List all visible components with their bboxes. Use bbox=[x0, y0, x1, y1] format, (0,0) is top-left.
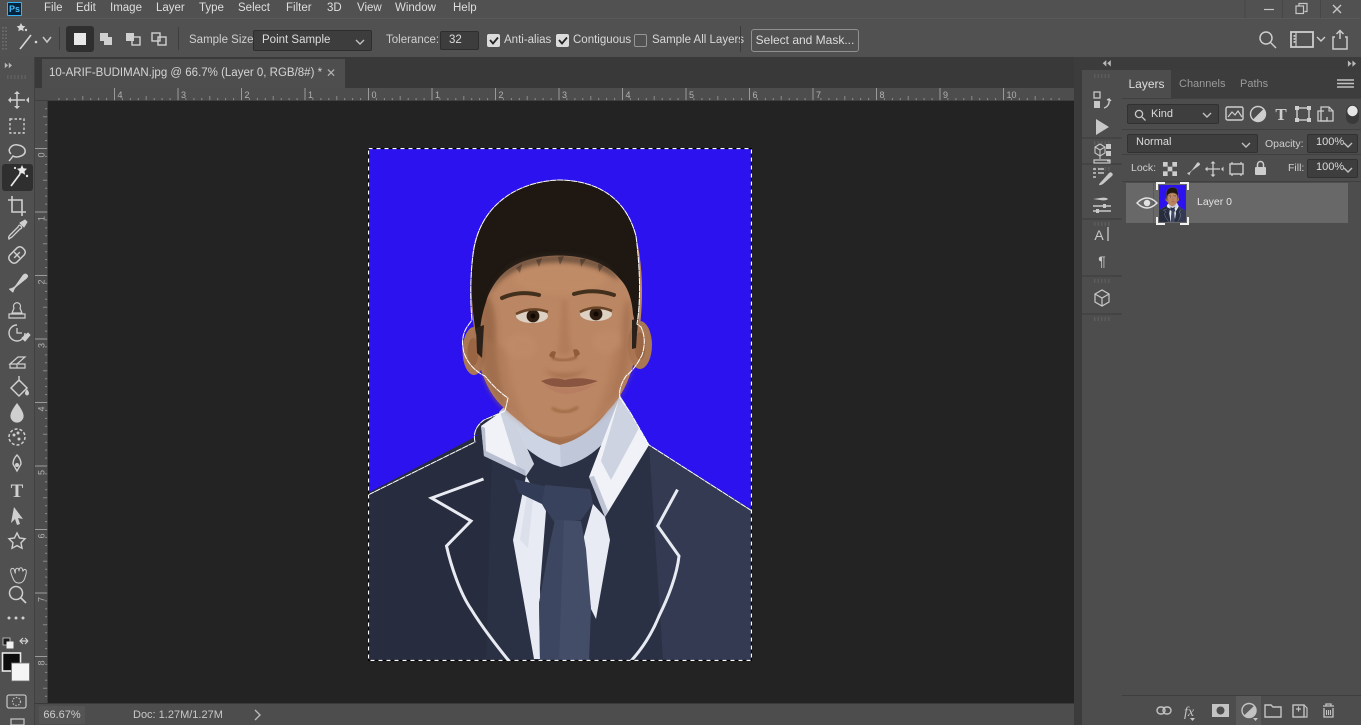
svg-text:4: 4 bbox=[626, 90, 631, 100]
svg-text:T: T bbox=[11, 481, 24, 502]
svg-text:7: 7 bbox=[816, 90, 821, 100]
svg-text:2: 2 bbox=[245, 90, 250, 100]
svg-text:4: 4 bbox=[118, 90, 123, 100]
svg-text:3: 3 bbox=[181, 90, 186, 100]
svg-text:0: 0 bbox=[372, 90, 377, 100]
svg-text:8: 8 bbox=[37, 661, 47, 666]
svg-text:3: 3 bbox=[562, 90, 567, 100]
svg-text:8: 8 bbox=[880, 90, 885, 100]
svg-text:2: 2 bbox=[499, 90, 504, 100]
svg-text:1: 1 bbox=[37, 216, 47, 221]
svg-text:1: 1 bbox=[308, 90, 313, 100]
svg-text:4: 4 bbox=[37, 407, 47, 412]
svg-text:6: 6 bbox=[37, 534, 47, 539]
svg-text:9: 9 bbox=[943, 90, 948, 100]
svg-text:T: T bbox=[1275, 105, 1287, 124]
svg-text:10: 10 bbox=[1007, 90, 1017, 100]
svg-text:5: 5 bbox=[689, 90, 694, 100]
svg-text:5: 5 bbox=[37, 470, 47, 475]
svg-text:¶: ¶ bbox=[1098, 253, 1106, 269]
svg-text:3: 3 bbox=[37, 343, 47, 348]
svg-text:7: 7 bbox=[37, 597, 47, 602]
svg-text:1: 1 bbox=[435, 90, 440, 100]
svg-text:0: 0 bbox=[37, 153, 47, 158]
svg-text:A: A bbox=[1094, 227, 1104, 243]
svg-text:fx: fx bbox=[1184, 705, 1195, 720]
svg-text:6: 6 bbox=[753, 90, 758, 100]
svg-text:2: 2 bbox=[37, 280, 47, 285]
